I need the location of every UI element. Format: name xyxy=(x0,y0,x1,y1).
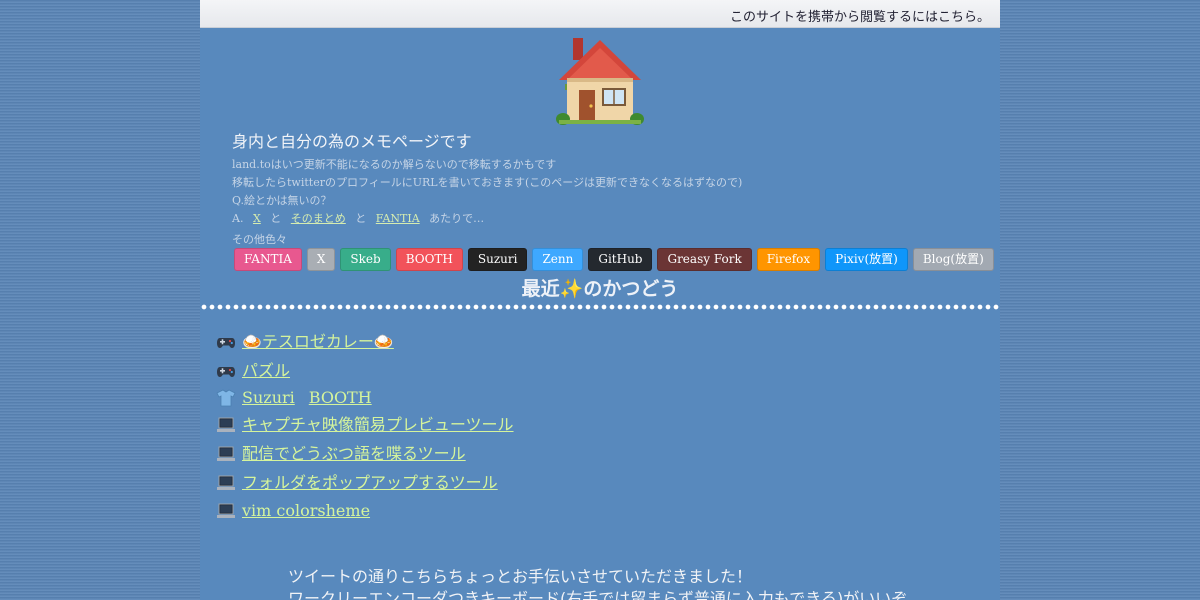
answer-suffix: あたりで… xyxy=(429,212,485,225)
bottom-line-1: ツイートの通りこちらちょっとお手伝いさせていただきました！ xyxy=(288,567,753,586)
intro-title: 身内と自分の為のメモページです xyxy=(232,132,472,151)
intro-line-1: land.toはいつ更新不能になるのか解らないので移転するかもです xyxy=(232,158,557,171)
intro-answer: A. X と そのまとめ と FANTIA あたりで… xyxy=(232,210,972,228)
activity-link[interactable]: 🍛テスロゼカレー🍛 xyxy=(242,332,394,351)
bottom-line-2: ワークリーエンコーダつきキーボード(右手では留まらず普通に入力もできる)がいいぞ xyxy=(288,589,908,600)
heading-prefix: 最近 xyxy=(521,278,560,300)
house-icon xyxy=(556,38,644,125)
activity-links: 🍛テスロゼカレー🍛 xyxy=(242,330,408,354)
fantia-link[interactable]: FANTIA xyxy=(376,212,420,225)
link-badges: FANTIA X Skeb BOOTH Suzuri Zenn GitHub Greasy F… xyxy=(234,248,999,271)
badge-github[interactable]: GitHub xyxy=(588,248,653,271)
badge-firefox[interactable]: Firefox xyxy=(756,248,821,271)
activity-links: vim colorsheme xyxy=(242,499,384,523)
answer-prefix: A. xyxy=(232,212,244,225)
activity-link[interactable]: Suzuri xyxy=(242,388,295,407)
activity-links: パズル xyxy=(242,359,304,383)
heading-suffix: のかつどう xyxy=(583,278,679,300)
badge-pixiv[interactable]: Pixiv(放置) xyxy=(825,248,908,271)
intro-question: Q.絵とかは無いの？ xyxy=(232,194,332,207)
laptop-icon xyxy=(216,444,236,464)
matome-link[interactable]: そのまとめ xyxy=(291,212,346,225)
sparkles-icon: ✨ xyxy=(559,278,584,300)
bottom-note: ツイートの通りこちらちょっとお手伝いさせていただきました！ ワークリーエンコーダ… xyxy=(288,566,907,600)
activity-links: Suzuri BOOTH xyxy=(242,386,386,410)
gamepad-icon xyxy=(216,361,236,381)
badge-zenn[interactable]: Zenn xyxy=(532,248,584,271)
activity-link[interactable]: パズル xyxy=(242,361,290,380)
activity-links: キャプチャ映像簡易プレビューツール xyxy=(242,413,528,437)
laptop-icon xyxy=(216,473,236,493)
top-bar: このサイトを携帯から閲覧するにはこちら。 xyxy=(200,0,1000,28)
tshirt-icon xyxy=(216,388,236,408)
page-container: このサイトを携帯から閲覧するにはこちら。 身内と自分の為のメモページです lan… xyxy=(200,0,1000,600)
x-link[interactable]: X xyxy=(253,212,261,225)
badge-booth[interactable]: BOOTH xyxy=(395,248,463,271)
activity-link[interactable]: vim colorsheme xyxy=(242,501,370,520)
activity-link[interactable]: フォルダをポップアップするツール xyxy=(242,473,498,492)
misc-label: その他色々 xyxy=(232,233,287,246)
laptop-icon xyxy=(216,415,236,435)
badge-suzuri[interactable]: Suzuri xyxy=(467,248,528,271)
badge-x[interactable]: X xyxy=(306,248,336,271)
intro-section: 身内と自分の為のメモページです land.toはいつ更新不能になるのか解らないの… xyxy=(232,128,972,228)
dotted-divider xyxy=(200,304,1000,310)
activity-links: 配信でどうぶつ語を喋るツール xyxy=(242,442,480,466)
badge-blog[interactable]: Blog(放置) xyxy=(912,248,994,271)
activity-link[interactable]: キャプチャ映像簡易プレビューツール xyxy=(242,415,514,434)
laptop-icon xyxy=(216,501,236,521)
gamepad-icon xyxy=(216,332,236,352)
mobile-view-link[interactable]: このサイトを携帯から閲覧するにはこちら。 xyxy=(730,6,990,25)
badge-skeb[interactable]: Skeb xyxy=(340,248,391,271)
badge-fantia[interactable]: FANTIA xyxy=(234,248,302,271)
answer-and-1: と xyxy=(270,212,282,225)
activity-link[interactable]: BOOTH xyxy=(309,388,372,407)
activity-links: フォルダをポップアップするツール xyxy=(242,471,512,495)
badge-greasy-fork[interactable]: Greasy Fork xyxy=(657,248,752,271)
intro-line-2: 移転したらtwitterのプロフィールにURLを書いておきます(このページは更新… xyxy=(232,176,743,189)
activity-link[interactable]: 配信でどうぶつ語を喋るツール xyxy=(242,444,466,463)
answer-and-2: と xyxy=(355,212,367,225)
recent-activity-heading: 最近✨のかつどう xyxy=(200,274,1000,301)
